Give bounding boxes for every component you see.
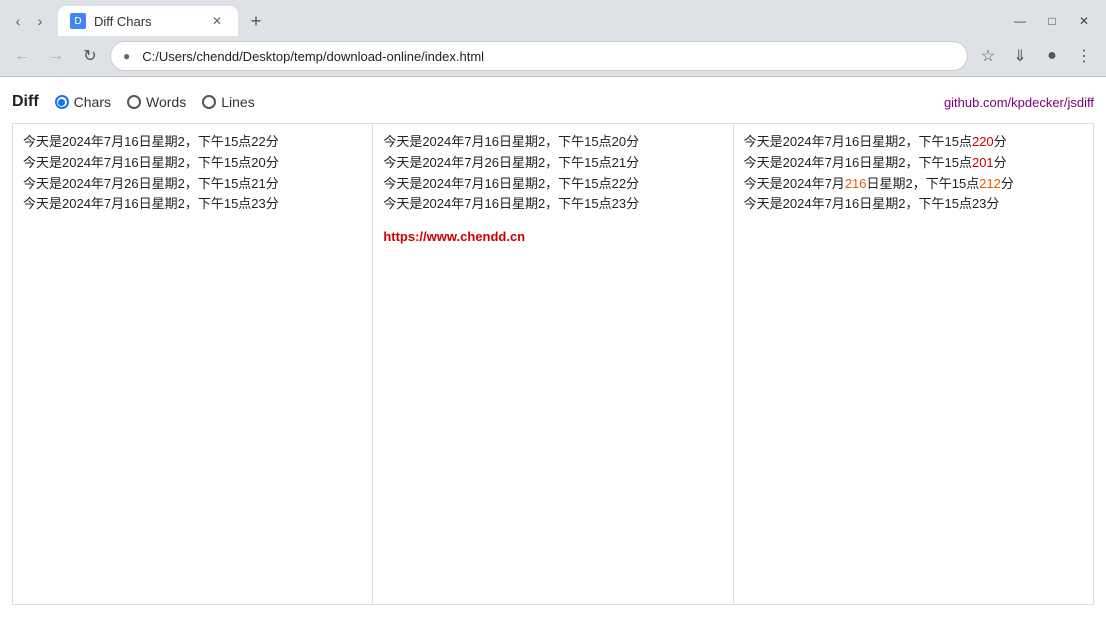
radio-lines[interactable]: Lines — [202, 94, 254, 110]
page-content: Diff Chars Words Lines github.com/kpdeck… — [0, 77, 1106, 643]
tab-bar: ‹ › D Diff Chars ✕ + — □ ✕ — [0, 0, 1106, 36]
tab-forward-button[interactable]: › — [30, 11, 50, 31]
diff-panels: 今天是2024年7月16日星期2，下午15点22分 今天是2024年7月16日星… — [12, 123, 1094, 605]
tab-favicon: D — [70, 13, 86, 29]
diff-panel-2: 今天是2024年7月16日星期2，下午15点20分 今天是2024年7月26日星… — [373, 124, 733, 604]
tab-back-forward: ‹ › — [8, 11, 50, 31]
radio-lines-circle — [202, 95, 216, 109]
diff-header: Diff Chars Words Lines github.com/kpdeck… — [12, 85, 1094, 119]
diff-line: 今天是2024年7月16日星期2，下午15点20分 — [23, 153, 362, 174]
diff-line: 今天是2024年7月216日星期2，下午15点212分 — [744, 174, 1083, 195]
diff-line: 今天是2024年7月16日星期2，下午15点22分 — [383, 174, 722, 195]
forward-button[interactable]: → — [42, 42, 70, 70]
browser-chrome: ‹ › D Diff Chars ✕ + — □ ✕ ← → ↻ ● C:/Us… — [0, 0, 1106, 77]
radio-words-label: Words — [146, 94, 186, 110]
diff-line: 今天是2024年7月16日星期2，下午15点201分 — [744, 153, 1083, 174]
tab-close-button[interactable]: ✕ — [208, 12, 226, 30]
address-bar-row: ← → ↻ ● C:/Users/chendd/Desktop/temp/dow… — [0, 36, 1106, 76]
chendd-link[interactable]: https://www.chendd.cn — [383, 227, 722, 248]
close-button[interactable]: ✕ — [1070, 7, 1098, 35]
github-link[interactable]: github.com/kpdecker/jsdiff — [944, 95, 1094, 110]
radio-words[interactable]: Words — [127, 94, 186, 110]
diff-line: 今天是2024年7月16日星期2，下午15点23分 — [744, 194, 1083, 215]
reload-button[interactable]: ↻ — [76, 42, 104, 70]
download-button[interactable]: ⇓ — [1006, 42, 1034, 70]
diff-line: 今天是2024年7月16日星期2，下午15点20分 — [383, 132, 722, 153]
bookmark-button[interactable]: ☆ — [974, 42, 1002, 70]
radio-chars[interactable]: Chars — [55, 94, 111, 110]
diff-line: 今天是2024年7月16日星期2，下午15点23分 — [383, 194, 722, 215]
minimize-button[interactable]: — — [1006, 7, 1034, 35]
diff-line: 今天是2024年7月16日星期2，下午15点22分 — [23, 132, 362, 153]
radio-lines-label: Lines — [221, 94, 254, 110]
menu-button[interactable]: ⋮ — [1070, 42, 1098, 70]
radio-chars-label: Chars — [74, 94, 111, 110]
lock-icon: ● — [123, 49, 130, 63]
active-tab[interactable]: D Diff Chars ✕ — [58, 6, 238, 36]
back-button[interactable]: ← — [8, 42, 36, 70]
profile-button[interactable]: ● — [1038, 42, 1066, 70]
diff-line: 今天是2024年7月16日星期2，下午15点23分 — [23, 194, 362, 215]
radio-words-circle — [127, 95, 141, 109]
address-bar[interactable]: ● C:/Users/chendd/Desktop/temp/download-… — [110, 41, 968, 71]
diff-line: 今天是2024年7月16日星期2，下午15点220分 — [744, 132, 1083, 153]
address-text: C:/Users/chendd/Desktop/temp/download-on… — [142, 49, 955, 64]
maximize-button[interactable]: □ — [1038, 7, 1066, 35]
diff-panel-3: 今天是2024年7月16日星期2，下午15点220分 今天是2024年7月16日… — [734, 124, 1093, 604]
diff-panel-1: 今天是2024年7月16日星期2，下午15点22分 今天是2024年7月16日星… — [13, 124, 373, 604]
radio-group: Chars Words Lines — [55, 94, 255, 110]
diff-line: 今天是2024年7月26日星期2，下午15点21分 — [23, 174, 362, 195]
diff-line: 今天是2024年7月26日星期2，下午15点21分 — [383, 153, 722, 174]
toolbar-icons: ☆ ⇓ ● ⋮ — [974, 42, 1098, 70]
radio-chars-circle — [55, 95, 69, 109]
window-controls: — □ ✕ — [1006, 7, 1098, 35]
diff-title: Diff — [12, 93, 39, 111]
tab-back-button[interactable]: ‹ — [8, 11, 28, 31]
tab-title: Diff Chars — [94, 14, 152, 29]
new-tab-button[interactable]: + — [242, 7, 270, 35]
